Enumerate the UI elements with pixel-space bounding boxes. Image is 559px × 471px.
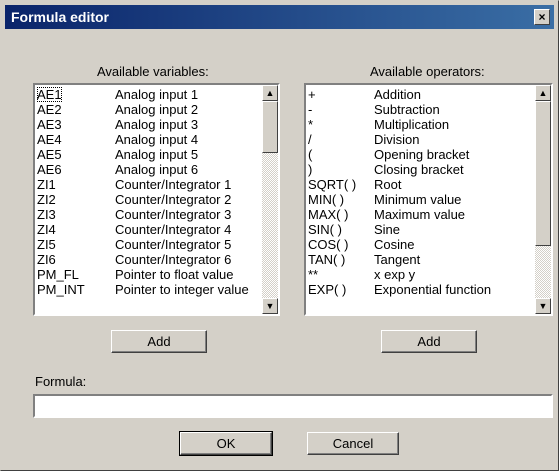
variable-description: Analog input 3	[115, 117, 199, 132]
add-variable-button[interactable]: Add	[111, 330, 207, 353]
operator-description: Sine	[374, 222, 401, 237]
operator-symbol: MAX( )	[308, 207, 349, 222]
variable-name: ZI2	[37, 192, 56, 207]
variable-name: AE2	[37, 102, 62, 117]
add-operator-button[interactable]: Add	[381, 330, 477, 353]
operator-symbol: COS( )	[308, 237, 349, 252]
operator-symbol: (	[308, 147, 313, 162]
operator-description: Cosine	[374, 237, 415, 252]
formula-label: Formula:	[35, 374, 87, 389]
operator-description: Opening bracket	[374, 147, 470, 162]
operator-description: Exponential function	[374, 282, 492, 297]
variable-name: PM_FL	[37, 267, 79, 282]
operator-description: Root	[374, 177, 402, 192]
title-bar[interactable]: Formula editor ×	[5, 5, 554, 29]
operator-description: Tangent	[374, 252, 421, 267]
ok-button[interactable]: OK	[179, 431, 273, 456]
variable-name: AE6	[37, 162, 62, 177]
variable-description: Counter/Integrator 6	[115, 252, 232, 267]
operator-symbol: +	[308, 87, 316, 102]
operator-description: Division	[374, 132, 420, 147]
variable-description: Analog input 6	[115, 162, 199, 177]
variable-description: Counter/Integrator 1	[115, 177, 232, 192]
operator-symbol: MIN( )	[308, 192, 345, 207]
variable-name: ZI6	[37, 252, 56, 267]
operator-description: x exp y	[374, 267, 416, 282]
scroll-down-icon[interactable]: ▼	[262, 298, 278, 314]
operators-heading: Available operators:	[370, 64, 485, 79]
variable-description: Counter/Integrator 5	[115, 237, 232, 252]
variable-name: AE5	[37, 147, 62, 162]
variable-description: Counter/Integrator 3	[115, 207, 232, 222]
operator-symbol: /	[308, 132, 312, 147]
variable-description: Analog input 5	[115, 147, 199, 162]
variable-description: Counter/Integrator 2	[115, 192, 232, 207]
variables-heading: Available variables:	[97, 64, 209, 79]
close-icon[interactable]: ×	[534, 9, 550, 25]
cancel-button[interactable]: Cancel	[307, 432, 399, 455]
operators-listbox[interactable]: + Addition - Subtraction * Multiplication / Div…	[304, 83, 553, 316]
operator-description: Maximum value	[374, 207, 466, 222]
variable-description: Analog input 2	[115, 102, 199, 117]
variable-name: ZI3	[37, 207, 56, 222]
variable-name: ZI1	[37, 177, 56, 192]
operator-symbol: -	[308, 102, 313, 117]
operator-description: Subtraction	[374, 102, 440, 117]
variable-description: Pointer to float value	[115, 267, 234, 282]
operator-symbol: *	[308, 117, 314, 132]
operator-description: Closing bracket	[374, 162, 464, 177]
variable-description: Pointer to integer value	[115, 282, 249, 297]
operator-description: Addition	[374, 87, 421, 102]
scroll-thumb[interactable]	[262, 101, 278, 153]
operator-symbol: )	[308, 162, 313, 177]
operator-symbol: **	[308, 267, 319, 282]
variable-name: ZI5	[37, 237, 56, 252]
operator-symbol: SIN( )	[308, 222, 342, 237]
operator-symbol: SQRT( )	[308, 177, 357, 192]
variables-scrollbar[interactable]: ▲ ▼	[262, 85, 278, 314]
variable-description: Counter/Integrator 4	[115, 222, 232, 237]
formula-input[interactable]	[33, 394, 553, 418]
variable-name: AE1	[37, 87, 62, 102]
variable-name: ZI4	[37, 222, 56, 237]
formula-editor-window: Formula editor × Available variables: Av…	[0, 0, 559, 471]
variable-description: Analog input 4	[115, 132, 199, 147]
variable-description: Analog input 1	[115, 87, 199, 102]
operator-description: Multiplication	[374, 117, 450, 132]
scroll-thumb[interactable]	[535, 101, 551, 246]
operators-scrollbar[interactable]: ▲ ▼	[535, 85, 551, 314]
scroll-up-icon[interactable]: ▲	[262, 85, 278, 101]
variable-name: PM_INT	[37, 282, 85, 297]
window-title: Formula editor	[11, 9, 110, 25]
variable-name: AE3	[37, 117, 62, 132]
scroll-up-icon[interactable]: ▲	[535, 85, 551, 101]
scroll-down-icon[interactable]: ▼	[535, 298, 551, 314]
variable-name: AE4	[37, 132, 62, 147]
variables-listbox[interactable]: AE1 Analog input 1 AE2 Analog input 2 AE3 Ana…	[33, 83, 280, 316]
operator-symbol: TAN( )	[308, 252, 346, 267]
operator-symbol: EXP( )	[308, 282, 347, 297]
operator-description: Minimum value	[374, 192, 462, 207]
